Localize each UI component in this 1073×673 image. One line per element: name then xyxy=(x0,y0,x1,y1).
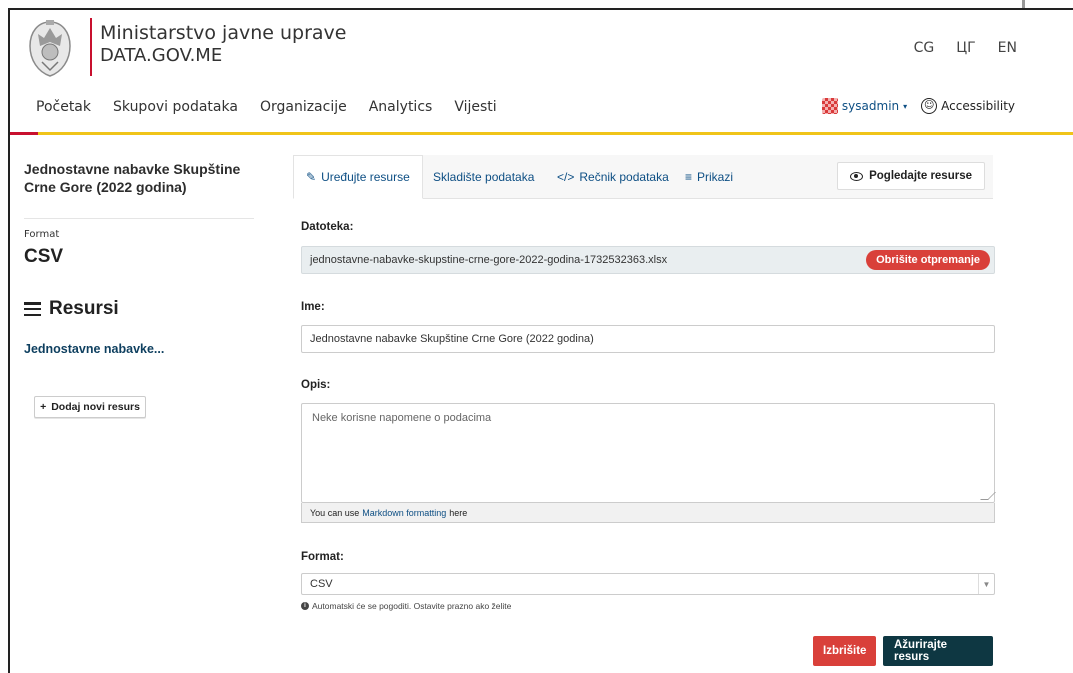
chart-icon: ≡ xyxy=(685,170,693,184)
description-label: Opis: xyxy=(301,379,331,391)
resources-heading-label: Resursi xyxy=(49,298,119,319)
sidebar-divider xyxy=(24,218,254,219)
description-textarea[interactable]: Neke korisne napomene o podacima xyxy=(301,403,996,503)
nav-right: sysadmin ▾ ☺ Accessibility xyxy=(821,98,1015,114)
tab-datastore[interactable]: Skladište podataka xyxy=(433,155,534,199)
crest-divider xyxy=(90,18,92,76)
user-menu[interactable]: sysadmin ▾ xyxy=(821,98,908,114)
markdown-prefix: You can use xyxy=(310,507,360,518)
browser-frame: Ministarstvo javne uprave DATA.GOV.ME CG… xyxy=(8,8,1073,673)
view-resource-button[interactable]: Pogledajte resurse xyxy=(837,162,985,190)
nav-organizations[interactable]: Organizacije xyxy=(260,99,347,115)
resources-heading: Resursi xyxy=(24,298,254,320)
lang-en[interactable]: EN xyxy=(998,40,1017,56)
resource-tabs: ✎ Uređujte resurse Skladište podataka </… xyxy=(293,155,993,199)
nav-news[interactable]: Vijesti xyxy=(454,99,496,115)
file-name: jednostavne-nabavke-skupstine-crne-gore-… xyxy=(310,254,668,266)
tab-views-label: Prikazi xyxy=(697,170,734,184)
file-label: Datoteka: xyxy=(301,221,354,233)
site-name[interactable]: DATA.GOV.ME xyxy=(100,45,222,66)
info-icon: i xyxy=(301,602,309,610)
format-help-text: Automatski će se pogoditi. Ostavite praz… xyxy=(312,601,512,611)
chevron-down-icon: ▾ xyxy=(903,101,908,111)
tab-views[interactable]: ≡ Prikazi xyxy=(685,155,733,199)
chevron-down-icon[interactable]: ▼ xyxy=(978,574,994,594)
tab-edit[interactable]: ✎ Uređujte resurse xyxy=(293,155,423,199)
accessibility-label: Accessibility xyxy=(941,99,1015,113)
coat-of-arms-icon[interactable] xyxy=(24,18,76,78)
language-switcher: CG ЦГ EN xyxy=(914,40,1017,56)
name-label: Ime: xyxy=(301,301,325,313)
sidebar-item-resource[interactable]: Jednostavne nabavke... xyxy=(24,342,254,356)
format-field-label: Format: xyxy=(301,551,344,563)
nav-home[interactable]: Početak xyxy=(36,99,91,115)
description-placeholder: Neke korisne napomene o podacima xyxy=(312,412,492,424)
name-input-value: Jednostavne nabavke Skupštine Crne Gore … xyxy=(310,333,594,345)
nav-analytics[interactable]: Analytics xyxy=(369,99,433,115)
remove-upload-button[interactable]: Obrišite otpremanje xyxy=(866,250,990,270)
menu-icon xyxy=(24,302,41,316)
username: sysadmin xyxy=(841,99,900,113)
ministry-name: Ministarstvo javne uprave xyxy=(100,22,347,44)
nav-items: Početak Skupovi podataka Organizacije An… xyxy=(36,99,497,115)
format-value: CSV xyxy=(24,246,64,267)
plus-icon: + xyxy=(40,401,47,413)
update-resource-button[interactable]: Ažurirajte resurs xyxy=(883,636,993,666)
file-field: jednostavne-nabavke-skupstine-crne-gore-… xyxy=(301,246,995,274)
tab-edit-label: Uređujte resurse xyxy=(321,170,410,184)
masthead: Ministarstvo javne uprave DATA.GOV.ME CG… xyxy=(10,10,1073,88)
code-icon: </> xyxy=(557,170,575,184)
main-content: ✎ Uređujte resurse Skladište podataka </… xyxy=(293,155,996,666)
name-input[interactable]: Jednostavne nabavke Skupštine Crne Gore … xyxy=(301,325,995,353)
tab-dictionary[interactable]: </> Rečnik podataka xyxy=(557,155,669,199)
tab-datastore-label: Skladište podataka xyxy=(433,170,535,184)
accessibility-icon: ☺ xyxy=(921,98,938,114)
lang-cyrillic[interactable]: ЦГ xyxy=(956,40,975,56)
delete-button[interactable]: Izbrišite xyxy=(813,636,877,666)
add-resource-button[interactable]: + Dodaj novi resurs xyxy=(34,396,146,418)
add-resource-label: Dodaj novi resurs xyxy=(51,401,140,413)
dataset-title: Jednostavne nabavke Skupštine Crne Gore … xyxy=(24,161,241,195)
navbar-underline xyxy=(10,132,1073,135)
format-label: Format xyxy=(24,229,60,240)
tab-dictionary-label: Rečnik podataka xyxy=(579,170,669,184)
eye-icon xyxy=(850,171,864,181)
avatar xyxy=(821,98,838,114)
resize-handle[interactable] xyxy=(980,492,996,500)
main-nav: Početak Skupovi podataka Organizacije An… xyxy=(10,88,1073,132)
nav-datasets[interactable]: Skupovi podataka xyxy=(113,99,238,115)
navbar-underline-accent xyxy=(10,132,38,135)
markdown-link[interactable]: Markdown formatting xyxy=(362,508,446,518)
format-select-value: CSV xyxy=(310,578,333,590)
format-help: i Automatski će se pogoditi. Ostavite pr… xyxy=(301,601,511,611)
format-select[interactable]: CSV ▼ xyxy=(301,573,995,595)
markdown-note: You can use Markdown formatting here xyxy=(301,503,995,523)
sidebar: Jednostavne nabavke Skupštine Crne Gore … xyxy=(24,160,254,356)
lang-cg[interactable]: CG xyxy=(914,40,935,56)
pencil-icon: ✎ xyxy=(306,170,317,184)
view-resource-label: Pogledajte resurse xyxy=(869,170,972,182)
markdown-suffix: here xyxy=(449,507,468,518)
accessibility-button[interactable]: ☺ Accessibility xyxy=(921,98,1015,114)
